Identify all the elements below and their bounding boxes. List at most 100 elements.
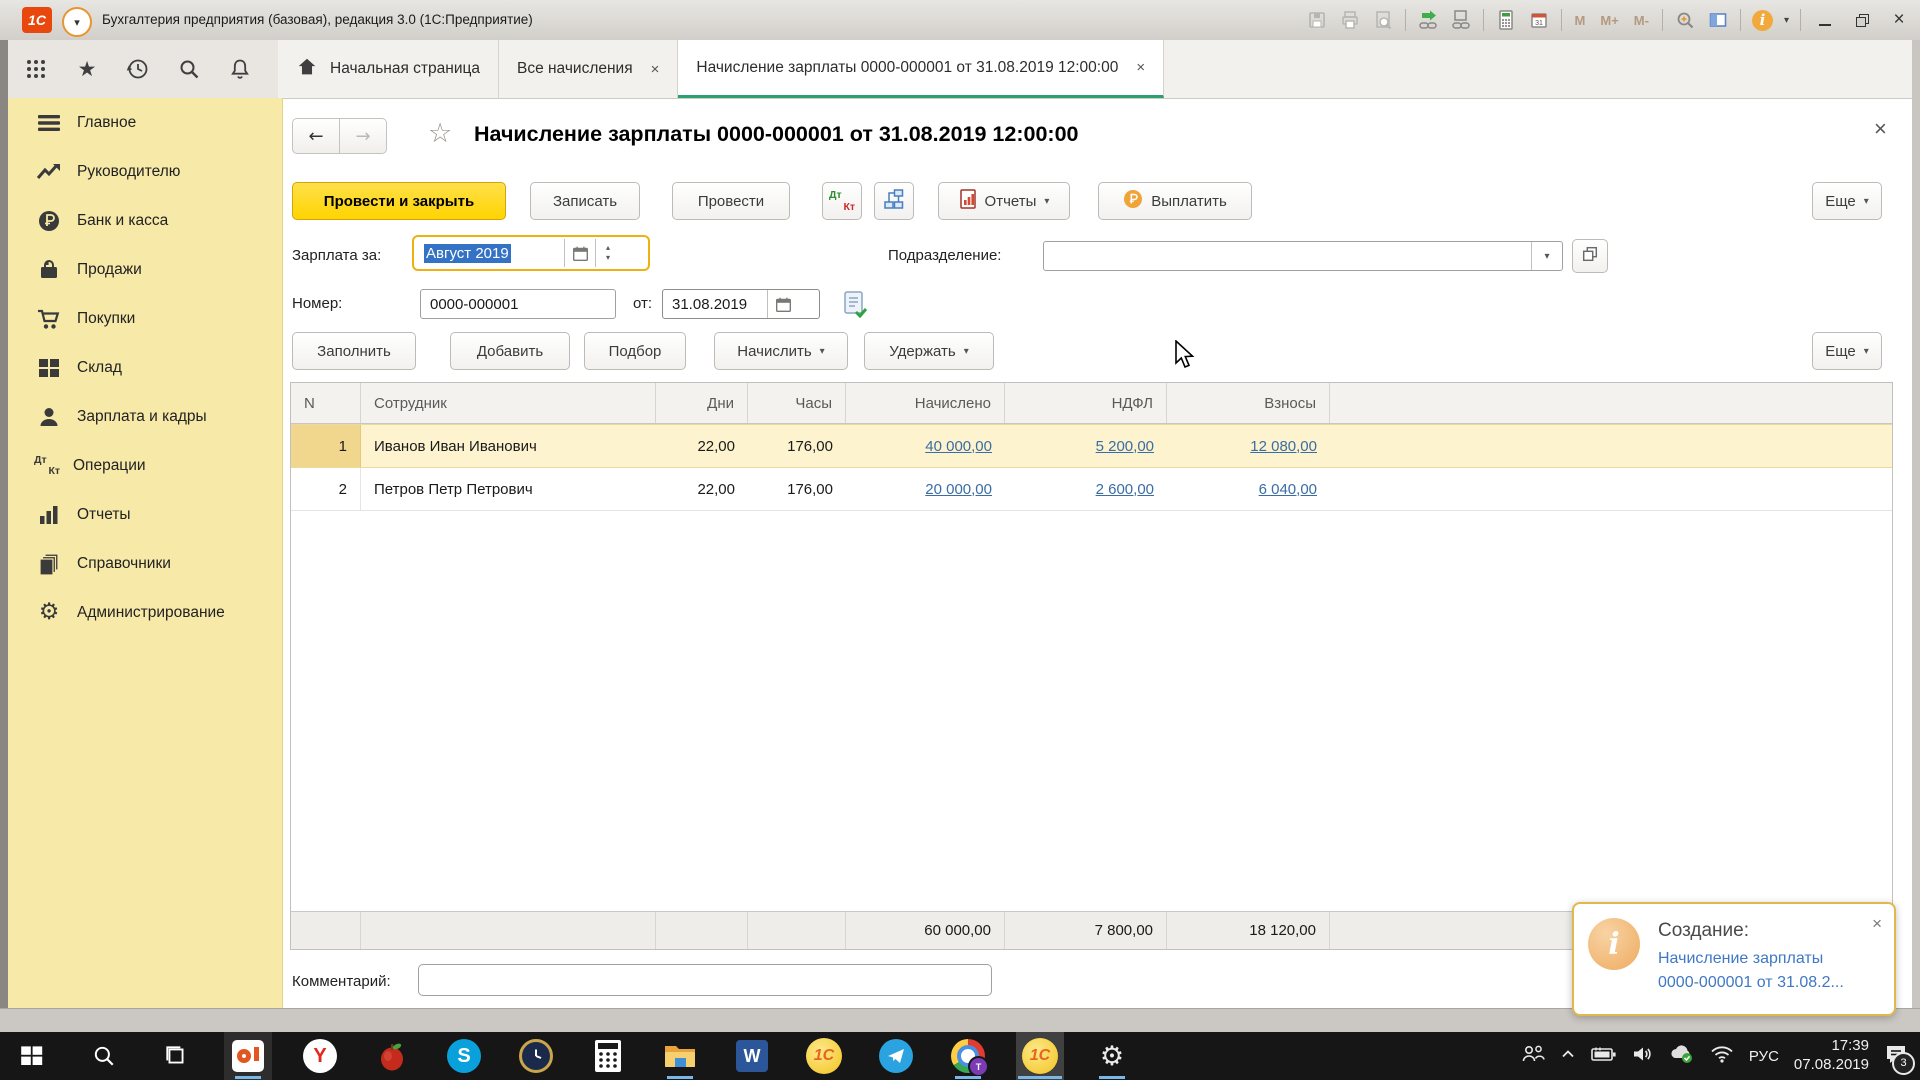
tab-home[interactable]: Начальная страница [278, 40, 499, 98]
tab-close-icon[interactable]: × [651, 61, 660, 78]
number-field[interactable]: 0000-000001 [420, 289, 616, 319]
sidebar-item-manager[interactable]: Руководителю [8, 147, 282, 196]
cell-contributions-link[interactable]: 6 040,00 [1167, 468, 1330, 510]
department-dropdown-icon[interactable]: ▾ [1532, 251, 1562, 262]
calendar-picker-icon[interactable] [565, 239, 595, 267]
notification-close-icon[interactable]: × [1872, 914, 1882, 934]
post-button[interactable]: Провести [672, 182, 790, 220]
cell-employee[interactable]: Иванов Иван Иванович [361, 425, 656, 467]
salary-period-value[interactable]: Август 2019 [415, 245, 564, 262]
sidebar-item-warehouse[interactable]: Склад [8, 343, 282, 392]
form-close-icon[interactable]: × [1874, 116, 1887, 142]
start-button[interactable] [8, 1032, 56, 1080]
memory-mminus-button[interactable]: M- [1632, 13, 1651, 28]
column-header-hours[interactable]: Часы [748, 383, 846, 423]
sidebar-item-reports[interactable]: Отчеты [8, 490, 282, 539]
column-header-employee[interactable]: Сотрудник [361, 383, 656, 423]
accrue-button[interactable]: Начислить ▾ [714, 332, 848, 370]
go-to-link-icon[interactable] [1417, 9, 1439, 31]
table-row[interactable]: 2 Петров Петр Петрович 22,00 176,00 20 0… [291, 468, 1892, 511]
sidebar-item-directories[interactable]: Справочники [8, 539, 282, 588]
sidebar-item-bank-cash[interactable]: Банк и касса [8, 196, 282, 245]
salary-period-field[interactable]: Август 2019 ▴ ▾ [415, 238, 647, 268]
taskbar-app-yandex[interactable]: Y [296, 1032, 344, 1080]
cloud-sync-icon[interactable] [1669, 1044, 1695, 1069]
action-center-button[interactable]: 3 [1884, 1043, 1908, 1070]
get-link-icon[interactable] [1450, 9, 1472, 31]
comment-field[interactable] [418, 964, 992, 996]
sidebar-item-purchases[interactable]: Покупки [8, 294, 282, 343]
window-minimize-button[interactable] [1812, 8, 1838, 32]
taskbar-app-word[interactable]: W [728, 1032, 776, 1080]
history-icon[interactable] [126, 57, 150, 81]
add-button[interactable]: Добавить [450, 332, 570, 370]
tray-clock[interactable]: 17:39 07.08.2019 [1794, 1037, 1869, 1075]
cell-accrued-link[interactable]: 40 000,00 [846, 425, 1005, 467]
column-header-days[interactable]: Дни [656, 383, 748, 423]
table-empty-area[interactable] [291, 511, 1892, 911]
document-structure-button[interactable] [874, 182, 914, 220]
print-icon[interactable] [1339, 9, 1361, 31]
more-button-toolbar[interactable]: Еще ▾ [1812, 182, 1882, 220]
zoom-icon[interactable] [1674, 9, 1696, 31]
tab-close-icon[interactable]: × [1136, 59, 1145, 76]
date-field[interactable]: 31.08.2019 [662, 289, 820, 319]
sidebar-item-operations[interactable]: Дт Кт Операции [8, 441, 282, 490]
taskbar-app-1c[interactable]: 1С [800, 1032, 848, 1080]
window-close-button[interactable]: × [1886, 8, 1912, 32]
tab-all-accruals[interactable]: Все начисления × [499, 40, 678, 98]
sidebar-item-main[interactable]: Главное [8, 98, 282, 147]
cell-ndfl-link[interactable]: 2 600,00 [1005, 468, 1167, 510]
taskbar-app-telegram[interactable] [872, 1032, 920, 1080]
fill-button[interactable]: Заполнить [292, 332, 416, 370]
memory-m-button[interactable]: M [1573, 13, 1588, 28]
cell-ndfl-link[interactable]: 5 200,00 [1005, 425, 1167, 467]
notifications-bell-icon[interactable] [228, 57, 252, 81]
dtkt-postings-button[interactable]: Дт Кт [822, 182, 862, 220]
calculator-icon[interactable] [1495, 9, 1517, 31]
taskbar-app-skype[interactable]: S [440, 1032, 488, 1080]
date-value[interactable]: 31.08.2019 [663, 296, 767, 313]
cell-hours[interactable]: 176,00 [748, 468, 846, 510]
favorite-star-icon[interactable]: ☆ [428, 118, 452, 149]
taskbar-app-1c-active[interactable]: 1С [1016, 1032, 1064, 1080]
taskbar-app-clock[interactable] [512, 1032, 560, 1080]
cell-hours[interactable]: 176,00 [748, 425, 846, 467]
posting-time-icon[interactable] [842, 290, 868, 323]
back-button[interactable]: ← [292, 118, 340, 154]
write-button[interactable]: Записать [530, 182, 640, 220]
main-menu-button[interactable]: ▾ [62, 7, 92, 37]
taskbar-file-explorer[interactable] [656, 1032, 704, 1080]
sidebar-item-administration[interactable]: ⚙ Администрирование [8, 588, 282, 637]
calendar-icon[interactable]: 31 [1528, 9, 1550, 31]
cell-days[interactable]: 22,00 [656, 425, 748, 467]
column-header-ndfl[interactable]: НДФЛ [1005, 383, 1167, 423]
tray-chevron-icon[interactable] [1560, 1047, 1576, 1066]
info-icon[interactable]: i [1752, 10, 1773, 31]
save-icon[interactable] [1306, 9, 1328, 31]
column-header-n[interactable]: N [291, 383, 361, 423]
cell-row-number[interactable]: 2 [291, 468, 361, 510]
taskbar-app-apple[interactable] [368, 1032, 416, 1080]
taskbar-app-settings[interactable]: ⚙ [1088, 1032, 1136, 1080]
panels-icon[interactable] [1707, 9, 1729, 31]
forward-button[interactable]: → [340, 118, 387, 154]
taskbar-app-office[interactable] [224, 1032, 272, 1080]
column-header-accrued[interactable]: Начислено [846, 383, 1005, 423]
pay-button[interactable]: Выплатить [1098, 182, 1252, 220]
withhold-button[interactable]: Удержать ▾ [864, 332, 994, 370]
column-header-contributions[interactable]: Взносы [1167, 383, 1330, 423]
cell-row-number[interactable]: 1 [291, 425, 361, 467]
sidebar-item-sales[interactable]: Продажи [8, 245, 282, 294]
battery-icon[interactable] [1591, 1046, 1617, 1067]
notification-link-line1[interactable]: Начисление зарплаты [1658, 950, 1823, 968]
cell-accrued-link[interactable]: 20 000,00 [846, 468, 1005, 510]
notification-link-line2[interactable]: 0000-000001 от 31.08.2... [1658, 974, 1844, 992]
table-row[interactable]: 1 Иванов Иван Иванович 22,00 176,00 40 0… [291, 424, 1892, 468]
favorites-icon[interactable]: ★ [75, 57, 99, 81]
task-view-button[interactable] [152, 1032, 200, 1080]
cell-employee[interactable]: Петров Петр Петрович [361, 468, 656, 510]
people-icon[interactable] [1521, 1044, 1545, 1069]
taskbar-app-calculator[interactable] [584, 1032, 632, 1080]
print-preview-icon[interactable] [1372, 9, 1394, 31]
